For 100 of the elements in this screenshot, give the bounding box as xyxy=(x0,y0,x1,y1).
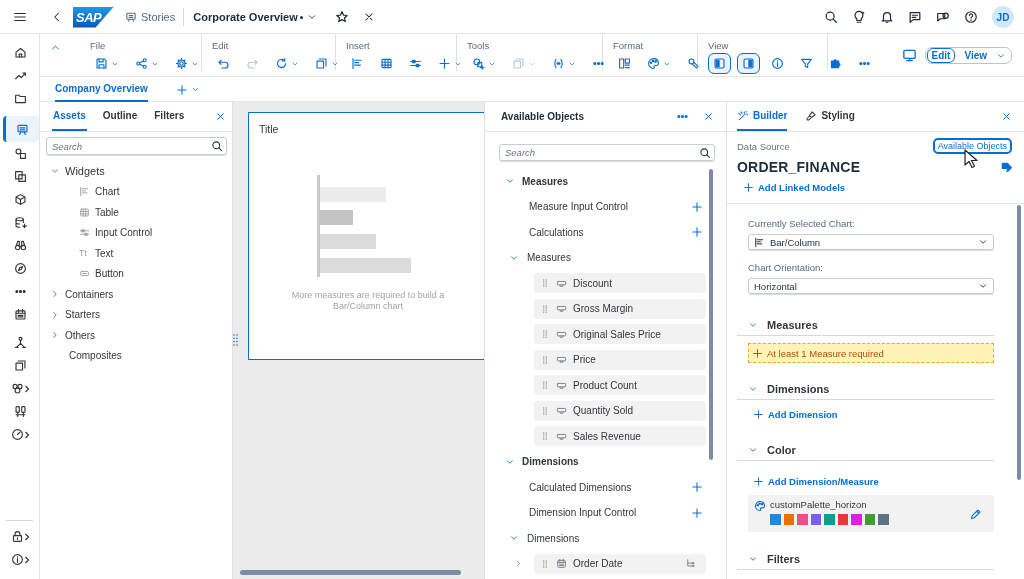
dropdown[interactable]: Horizontal xyxy=(748,278,994,294)
chevron-right-icon[interactable] xyxy=(50,330,60,341)
close-icon[interactable] xyxy=(1001,111,1012,122)
chevron-icon xyxy=(23,555,30,564)
tree-section[interactable]: Dimensions xyxy=(485,449,726,475)
color-palette-card[interactable]: customPalette_horizon xyxy=(748,495,994,532)
tree-label: Containers xyxy=(65,288,114,300)
widget-item[interactable]: Tt Text xyxy=(40,243,232,264)
mode-option[interactable]: Edit xyxy=(926,48,956,63)
story-title-menu[interactable]: Corporate Overview xyxy=(193,11,317,23)
section-header[interactable]: Dimensions xyxy=(737,378,994,400)
lightbulb-icon[interactable] xyxy=(852,10,866,24)
drag-handle-icon[interactable] xyxy=(540,329,550,340)
tree-item[interactable]: Measure Input Control xyxy=(529,201,628,213)
section-header[interactable]: Filters xyxy=(737,548,994,570)
drag-handle-icon[interactable] xyxy=(540,558,550,569)
tree-item[interactable]: Calculated Dimensions xyxy=(529,481,632,493)
add-icon[interactable] xyxy=(691,506,703,519)
add-icon[interactable] xyxy=(691,200,703,213)
search-icon[interactable] xyxy=(211,140,223,152)
tree-section[interactable]: Measures xyxy=(485,168,726,194)
panel-tab[interactable]: Builder xyxy=(737,102,788,131)
resize-grip[interactable] xyxy=(233,334,238,346)
search-icon[interactable] xyxy=(824,10,838,24)
available-objects-button[interactable]: Available Objects xyxy=(932,138,1012,154)
drag-handle-icon[interactable] xyxy=(540,431,550,442)
measure-item[interactable]: Gross Margin xyxy=(534,298,706,319)
widget-item[interactable]: Input Control xyxy=(40,222,232,243)
page-tab[interactable]: Company Overview xyxy=(55,77,148,102)
search-icon[interactable] xyxy=(699,146,711,159)
group-label: Insert xyxy=(346,40,371,51)
search-field[interactable]: Search xyxy=(499,144,715,161)
favorite-icon[interactable] xyxy=(334,10,349,24)
compass-icon xyxy=(13,262,27,275)
chevron-icon xyxy=(23,384,30,393)
edit-icon[interactable] xyxy=(969,508,982,521)
widget-label: Table xyxy=(95,206,119,218)
mode-switch[interactable]: Edit View xyxy=(924,47,1012,64)
scrollbar[interactable] xyxy=(240,570,461,575)
monitor-icon[interactable] xyxy=(901,48,917,63)
palette-icon xyxy=(754,500,766,512)
measure-item[interactable]: Price xyxy=(534,349,706,370)
search-field[interactable]: Search xyxy=(46,137,227,155)
add-linked-models-link[interactable]: Add Linked Models xyxy=(743,180,846,194)
chart-widget[interactable]: Title More measures are required to build a Bar/Column chart xyxy=(248,112,484,360)
menu-icon[interactable] xyxy=(13,10,27,24)
drag-handle-icon[interactable] xyxy=(540,303,550,314)
add-icon[interactable] xyxy=(691,226,703,239)
close-icon[interactable] xyxy=(703,111,714,122)
panel-tab[interactable]: Outline xyxy=(101,102,139,131)
tree-label: Composites xyxy=(69,350,122,362)
widget-item[interactable]: Table xyxy=(40,202,232,223)
drag-handle-icon[interactable] xyxy=(540,278,550,289)
tree-item[interactable]: Others xyxy=(40,325,232,346)
widget-item[interactable]: Button xyxy=(40,263,232,284)
measure-item[interactable]: Product Count xyxy=(534,375,706,396)
drop-zone-warning[interactable]: At least 1 Measure required xyxy=(748,343,994,363)
panel-tab[interactable]: Assets xyxy=(52,102,87,131)
database-icon xyxy=(13,216,27,229)
add-link[interactable]: Add Dimension/Measure xyxy=(753,474,879,488)
drag-handle-icon[interactable] xyxy=(540,354,550,365)
scrollbar[interactable] xyxy=(1017,205,1021,480)
right-panel-button[interactable] xyxy=(737,53,760,74)
chevron-right-icon[interactable] xyxy=(50,289,60,300)
measure-item[interactable]: Quantity Sold xyxy=(534,400,706,421)
mode-option[interactable]: View xyxy=(959,48,992,63)
measure-item[interactable]: Original Sales Price xyxy=(534,324,706,345)
logo[interactable]: SAP xyxy=(73,6,114,28)
help-icon[interactable] xyxy=(964,10,978,24)
measure-item[interactable]: Sales Revenue xyxy=(534,426,706,447)
widget-item[interactable]: Chart xyxy=(40,181,232,202)
tree-item[interactable]: Calculations xyxy=(529,226,584,238)
tree-item[interactable]: Composites xyxy=(40,345,232,366)
drag-handle-icon[interactable] xyxy=(540,380,550,391)
panel-tab[interactable]: Styling xyxy=(805,102,855,131)
tree-item[interactable]: Starters xyxy=(40,304,232,325)
hierarchy-icon[interactable] xyxy=(685,558,696,570)
caret-icon xyxy=(978,237,988,247)
section-header[interactable]: Measures xyxy=(737,314,994,336)
avatar[interactable]: JD xyxy=(992,6,1014,28)
measure-item[interactable]: Discount xyxy=(534,273,706,294)
tree-item[interactable]: Containers xyxy=(40,284,232,305)
notifications-icon[interactable] xyxy=(880,10,894,24)
close-icon[interactable] xyxy=(215,111,227,122)
tree-item[interactable]: Dimension Input Control xyxy=(529,507,637,519)
add-icon[interactable] xyxy=(691,481,703,494)
chat-icon[interactable] xyxy=(936,10,950,24)
left-panel-button[interactable] xyxy=(708,53,731,74)
chevron-right-icon[interactable] xyxy=(50,309,60,320)
scrollbar[interactable] xyxy=(709,169,713,460)
drag-handle-icon[interactable] xyxy=(540,405,550,416)
add-link[interactable]: Add Dimension xyxy=(753,407,838,421)
tree-group[interactable]: Measures xyxy=(485,245,726,271)
tree-item[interactable]: Widgets xyxy=(40,161,232,182)
message-icon[interactable] xyxy=(908,10,922,24)
dropdown[interactable]: Bar/Column xyxy=(748,234,994,250)
tree-group[interactable]: Dimensions xyxy=(485,525,726,551)
brush-icon xyxy=(805,109,818,122)
panel-tab[interactable]: Filters xyxy=(153,102,186,131)
section-header[interactable]: Color xyxy=(737,439,994,461)
